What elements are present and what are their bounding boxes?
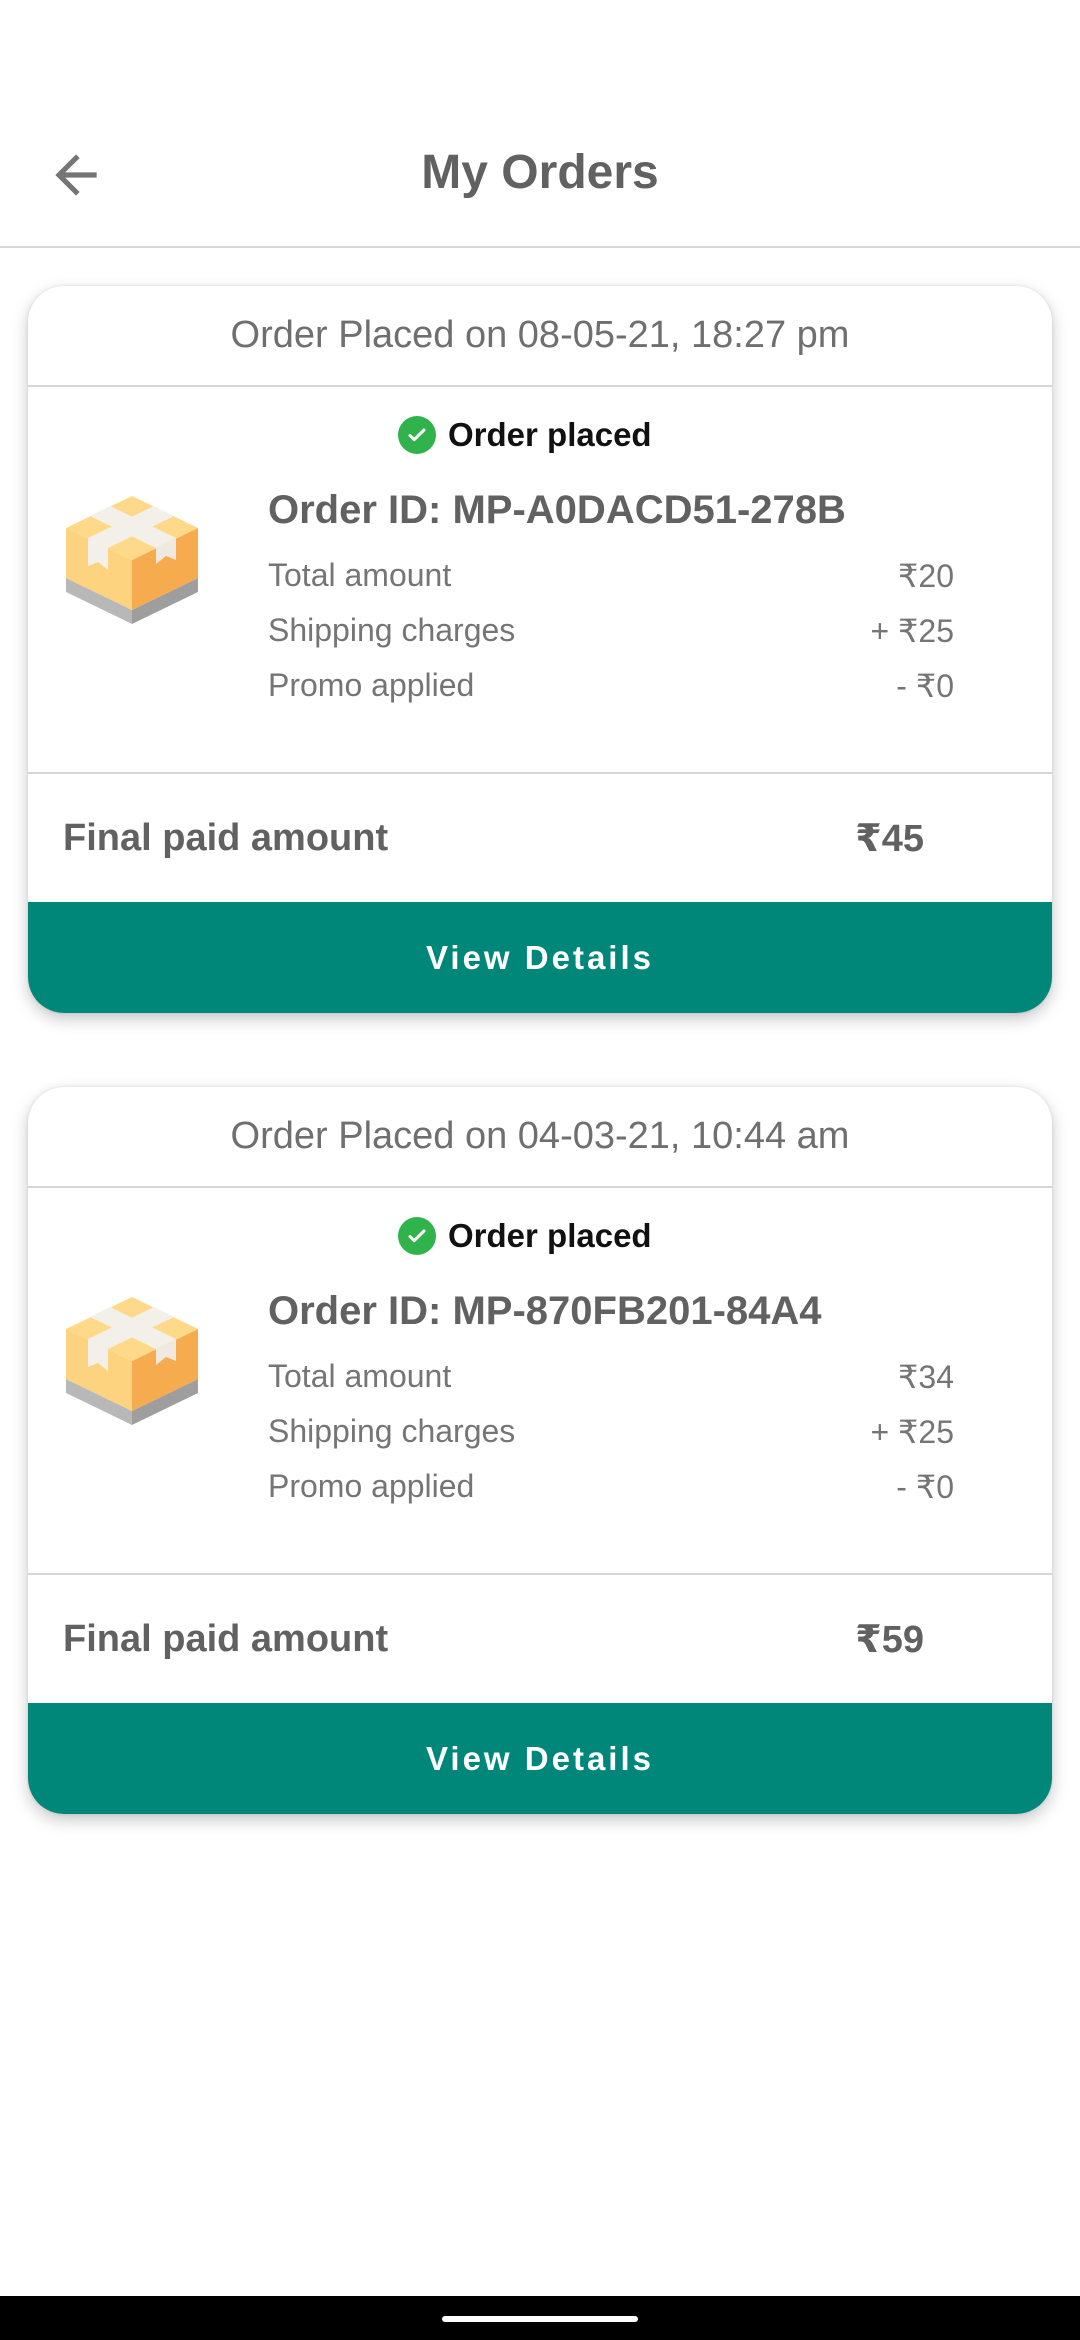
shipping-charges-value: + ₹25 xyxy=(870,1414,954,1450)
total-amount-row: Total amount ₹20 xyxy=(268,557,954,595)
check-circle-icon xyxy=(398,1217,436,1255)
package-box-icon xyxy=(66,1297,198,1425)
order-status-label: Order placed xyxy=(448,416,652,453)
order-summary: Order placed Order ID: MP-870FB201-84A4 … xyxy=(28,1188,1052,1575)
order-status-label: Order placed xyxy=(448,1217,652,1254)
order-card: Order Placed on 08-05-21, 18:27 pm Order… xyxy=(28,286,1052,1013)
final-paid-row: Final paid amount ₹59 xyxy=(28,1575,1052,1703)
home-gesture-handle[interactable] xyxy=(442,2316,638,2322)
promo-applied-row: Promo applied - ₹0 xyxy=(268,667,954,705)
shipping-charges-label: Shipping charges xyxy=(268,612,516,648)
check-circle-icon xyxy=(398,416,436,454)
order-id: Order ID: MP-A0DACD51-278B xyxy=(268,488,846,532)
total-amount-value: ₹34 xyxy=(898,1359,954,1395)
final-paid-label: Final paid amount xyxy=(63,1617,389,1660)
app-bar: My Orders xyxy=(0,90,1080,248)
order-card: Order Placed on 04-03-21, 10:44 am Order… xyxy=(28,1087,1052,1814)
total-amount-label: Total amount xyxy=(268,1358,452,1394)
total-amount-row: Total amount ₹34 xyxy=(268,1358,954,1396)
final-paid-value: ₹59 xyxy=(855,1618,924,1661)
promo-applied-label: Promo applied xyxy=(268,1468,475,1504)
order-status: Order placed xyxy=(398,416,652,454)
view-details-button[interactable]: View Details xyxy=(28,902,1052,1013)
promo-applied-label: Promo applied xyxy=(268,667,475,703)
system-navigation-bar xyxy=(0,2296,1080,2340)
status-bar xyxy=(0,0,1080,90)
page-title: My Orders xyxy=(421,146,659,199)
view-details-button[interactable]: View Details xyxy=(28,1703,1052,1814)
order-status: Order placed xyxy=(398,1217,652,1255)
shipping-charges-row: Shipping charges + ₹25 xyxy=(268,1413,954,1451)
shipping-charges-row: Shipping charges + ₹25 xyxy=(268,612,954,650)
final-paid-label: Final paid amount xyxy=(63,816,389,859)
shipping-charges-value: + ₹25 xyxy=(870,613,954,649)
order-id: Order ID: MP-870FB201-84A4 xyxy=(268,1289,822,1333)
promo-applied-value: - ₹0 xyxy=(896,668,954,704)
total-amount-label: Total amount xyxy=(268,557,452,593)
total-amount-value: ₹20 xyxy=(898,558,954,594)
order-placed-date: Order Placed on 08-05-21, 18:27 pm xyxy=(28,286,1052,387)
order-placed-date: Order Placed on 04-03-21, 10:44 am xyxy=(28,1087,1052,1188)
final-paid-value: ₹45 xyxy=(855,817,924,860)
package-box-icon xyxy=(66,496,198,624)
promo-applied-value: - ₹0 xyxy=(896,1469,954,1505)
final-paid-row: Final paid amount ₹45 xyxy=(28,774,1052,902)
promo-applied-row: Promo applied - ₹0 xyxy=(268,1468,954,1506)
order-summary: Order placed Order ID: MP-A0DACD51-278B … xyxy=(28,387,1052,774)
shipping-charges-label: Shipping charges xyxy=(268,1413,516,1449)
